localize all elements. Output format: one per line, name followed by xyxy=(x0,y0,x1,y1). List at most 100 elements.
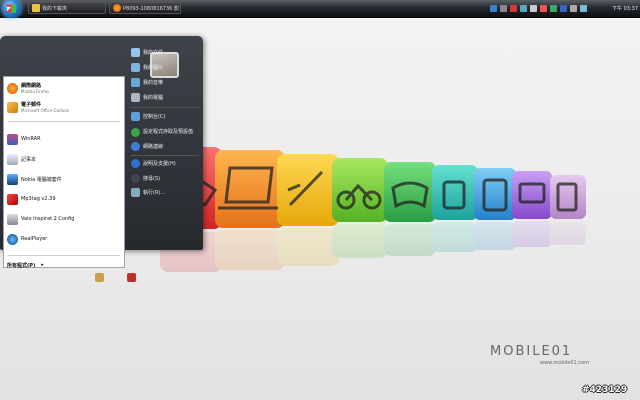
taskbar-button-label: 我的下載夾 xyxy=(42,5,68,12)
recent-item-label: 記事本 xyxy=(21,156,37,163)
recent-item-label: Vaio Inspirat 2 Config xyxy=(21,216,75,222)
documents-icon xyxy=(131,47,140,57)
recent-item-label: Mp3tag v2.39 xyxy=(21,196,56,202)
right-item-search[interactable]: 搜尋(S) xyxy=(131,172,199,184)
recent-item-mp3tag[interactable]: Mp3tag v2.39 xyxy=(7,191,122,207)
firefox-icon xyxy=(7,82,18,94)
gamepad-tile-icon xyxy=(384,162,436,222)
media-player-tile-icon xyxy=(474,168,516,220)
arrow-right-icon: ▸ xyxy=(41,262,44,268)
right-item-help[interactable]: 說明及支援(H) xyxy=(131,157,199,169)
logo-text: MOBILE01 xyxy=(490,344,573,359)
right-item-label: 設定程式存取及預設值 xyxy=(143,129,194,135)
outlook-icon xyxy=(7,101,18,113)
right-item-label: 網路連線 xyxy=(143,143,164,150)
folder-icon xyxy=(32,4,40,12)
shutdown-label: 電腦關機(U) xyxy=(137,275,166,281)
pinned-item-subtitle: Mozilla Firefox xyxy=(21,88,50,94)
network-connections-icon xyxy=(131,141,140,151)
recent-item-notepad[interactable]: 記事本 xyxy=(7,151,122,167)
winrar-icon xyxy=(7,133,18,145)
control-panel-icon xyxy=(131,111,140,121)
pen-tile-icon xyxy=(277,154,339,226)
laptop-tile-icon xyxy=(215,150,285,228)
tray-app-icon[interactable] xyxy=(500,4,507,12)
music-icon xyxy=(131,77,140,87)
key-icon xyxy=(95,273,104,282)
run-icon xyxy=(131,187,140,197)
antivirus-icon[interactable] xyxy=(510,4,517,12)
mouse-cursor-icon xyxy=(7,7,11,11)
logo-url: www.mobile01.com xyxy=(540,360,589,366)
right-item-label: 我的圖片 xyxy=(143,64,164,71)
right-item-control-panel[interactable]: 控制台(C) xyxy=(131,110,199,122)
search-icon xyxy=(131,173,140,183)
right-item-music[interactable]: 我的音樂 xyxy=(131,76,199,88)
right-item-network[interactable]: 網路連線 xyxy=(131,140,199,152)
right-item-label: 說明及支援(H) xyxy=(143,160,176,167)
tray-app-icon[interactable] xyxy=(530,4,537,12)
volume-icon[interactable] xyxy=(570,4,577,12)
tray-app-icon[interactable] xyxy=(550,4,557,12)
all-programs-label: 所有程式(P) xyxy=(7,262,36,269)
start-menu-left-pane: 網際網路 Mozilla Firefox 電子郵件 Microsoft Offi… xyxy=(3,76,125,271)
tray-app-icon[interactable] xyxy=(520,4,527,12)
recent-item-nokia[interactable]: Nokia 電腦端套件 xyxy=(7,171,122,187)
right-item-label: 執行(R)... xyxy=(143,189,166,196)
start-button[interactable] xyxy=(2,0,21,18)
right-item-pictures[interactable]: 我的圖片 xyxy=(131,61,199,73)
tray-app-icon[interactable] xyxy=(540,4,547,12)
right-item-program-defaults[interactable]: 設定程式存取及預設值 xyxy=(131,124,199,140)
recent-item-label: Nokia 電腦端套件 xyxy=(21,176,62,183)
shutdown-button[interactable]: 電腦關機(U) xyxy=(126,273,166,283)
right-item-documents[interactable]: 我的文件 xyxy=(131,46,199,58)
recent-item-label: WinRAR xyxy=(21,136,41,142)
taskbar-button-label: P8093-1080816736 影 xyxy=(123,5,179,12)
logoff-label: 登出(L) xyxy=(106,275,123,281)
computer-icon xyxy=(131,92,140,102)
realplayer-icon xyxy=(7,233,18,245)
firefox-icon xyxy=(113,4,121,12)
right-item-run[interactable]: 執行(R)... xyxy=(131,186,199,198)
clock[interactable]: 下午 03:37 xyxy=(612,5,638,12)
power-bar: 登出(L) 電腦關機(U) xyxy=(95,271,200,284)
right-item-label: 控制台(C) xyxy=(143,113,166,120)
pinned-item-outlook[interactable]: 電子郵件 Microsoft Office Outlook xyxy=(7,99,122,115)
separator xyxy=(8,255,120,256)
default-programs-icon xyxy=(131,127,140,137)
bicycle-tile-icon xyxy=(332,158,388,222)
right-item-label: 搜尋(S) xyxy=(143,175,161,182)
recent-item-label: RealPlayer xyxy=(21,236,48,242)
notepad-icon xyxy=(7,153,18,165)
recent-item-winrar[interactable]: WinRAR xyxy=(7,131,122,147)
right-item-computer[interactable]: 我的電腦 xyxy=(131,91,199,103)
vaio-config-icon xyxy=(7,213,18,225)
power-icon xyxy=(126,273,136,282)
separator xyxy=(8,121,120,122)
pda-tile-icon xyxy=(550,175,586,219)
separator xyxy=(131,107,199,108)
right-item-label: 我的電腦 xyxy=(143,94,164,101)
pinned-item-firefox[interactable]: 網際網路 Mozilla Firefox xyxy=(7,80,122,96)
recent-item-vaio[interactable]: Vaio Inspirat 2 Config xyxy=(7,211,122,227)
monitor-tile-icon xyxy=(512,171,552,219)
start-menu: 網際網路 Mozilla Firefox 電子郵件 Microsoft Offi… xyxy=(0,36,203,282)
bluetooth-icon[interactable] xyxy=(560,4,567,12)
system-tray: 下午 03:37 xyxy=(490,2,638,14)
taskbar-button-firefox[interactable]: P8093-1080816736 影 xyxy=(109,2,181,14)
right-item-label: 我的文件 xyxy=(143,49,164,56)
pictures-icon xyxy=(131,62,140,72)
taskbar-button-downloads[interactable]: 我的下載夾 xyxy=(28,2,106,14)
network-icon[interactable] xyxy=(490,4,497,12)
taskbar: 我的下載夾 P8093-1080816736 影 下午 03:37 xyxy=(0,0,640,18)
mobile01-logo: MOBILE01 www.mobile01.com xyxy=(490,340,620,372)
pinned-item-subtitle: Microsoft Office Outlook xyxy=(21,107,69,113)
mp3-tile-icon xyxy=(432,165,478,220)
mp3tag-icon xyxy=(7,193,18,205)
logoff-button[interactable]: 登出(L) xyxy=(95,273,123,283)
right-item-label: 我的音樂 xyxy=(143,79,164,86)
power-icon[interactable] xyxy=(580,4,587,12)
help-icon xyxy=(131,158,140,168)
all-programs-button[interactable]: 所有程式(P) ▸ xyxy=(7,259,122,271)
recent-item-realplayer[interactable]: RealPlayer xyxy=(7,231,122,247)
